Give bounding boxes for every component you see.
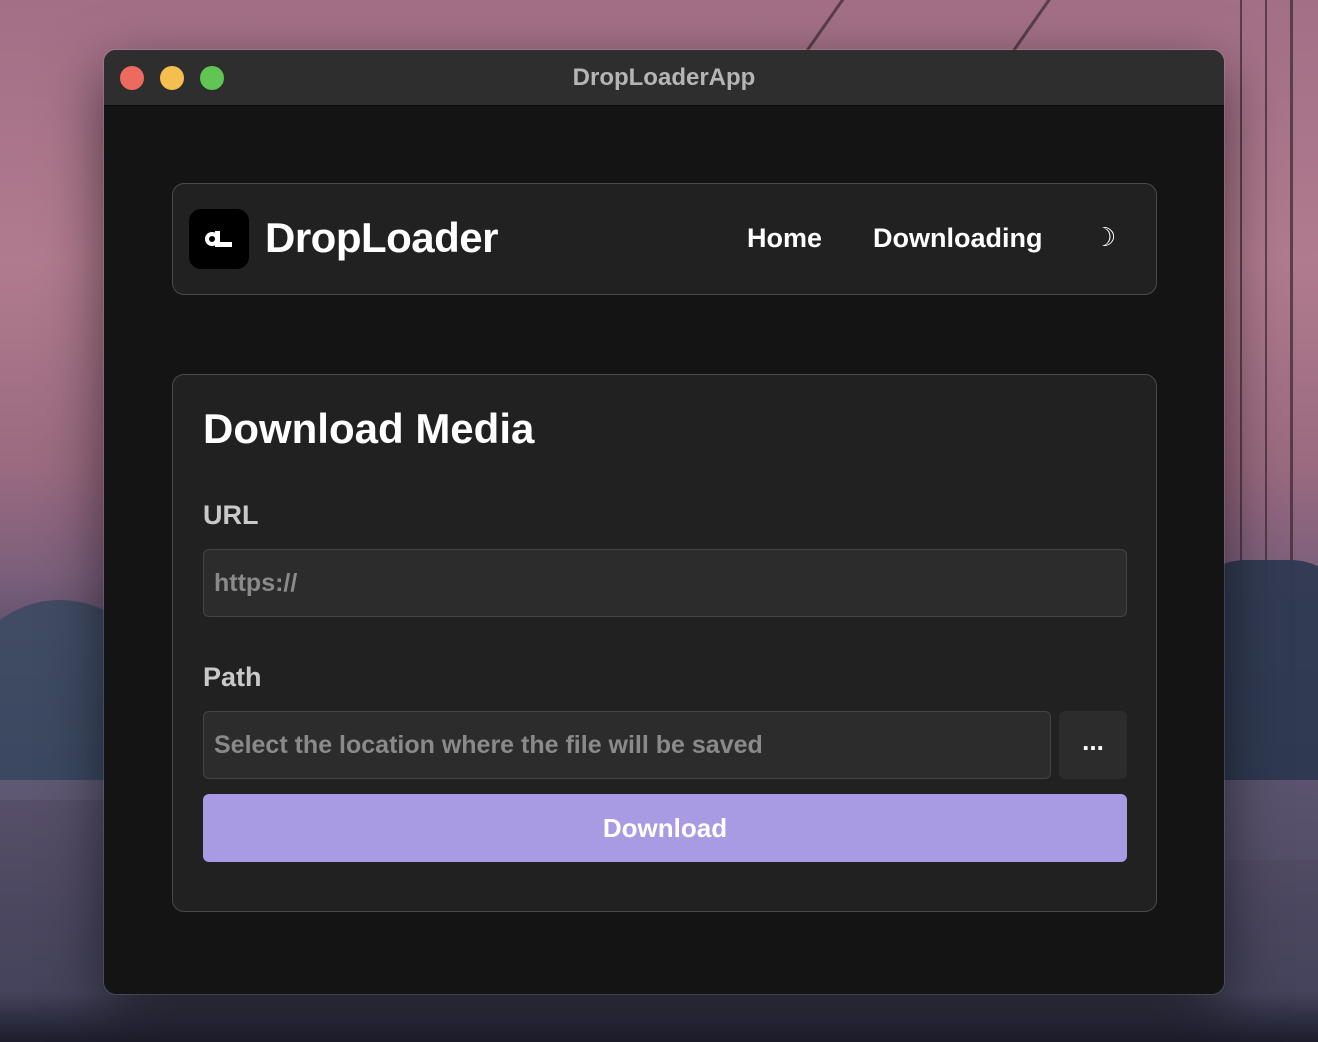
download-media-card: Download Media URL Path ... Download: [172, 374, 1157, 912]
browse-path-button[interactable]: ...: [1059, 711, 1127, 779]
trees: [0, 992, 1318, 1042]
nav-home-link[interactable]: Home: [747, 223, 822, 254]
brand-name[interactable]: DropLoader: [265, 214, 499, 262]
window-controls: [120, 66, 224, 90]
url-label: URL: [203, 500, 259, 530]
moon-icon[interactable]: ☽: [1093, 222, 1116, 253]
app-window: DropLoaderApp DropLoader Home Downloadin…: [104, 50, 1224, 994]
zoom-window-button[interactable]: [200, 66, 224, 90]
window-title: DropLoaderApp: [572, 63, 756, 91]
url-input[interactable]: [203, 549, 1127, 617]
droploader-logo-icon[interactable]: [189, 209, 249, 269]
download-button[interactable]: Download: [203, 794, 1127, 862]
page-title: Download Media: [203, 405, 535, 452]
minimize-window-button[interactable]: [160, 66, 184, 90]
title-bar[interactable]: DropLoaderApp: [104, 50, 1224, 106]
path-input[interactable]: [203, 711, 1051, 779]
close-window-button[interactable]: [120, 66, 144, 90]
path-label: Path: [203, 662, 262, 692]
navbar: DropLoader Home Downloading ☽: [172, 183, 1157, 295]
bridge-cable: [1010, 0, 1053, 55]
nav-downloading-link[interactable]: Downloading: [873, 223, 1042, 254]
bridge-cable: [1240, 0, 1242, 640]
